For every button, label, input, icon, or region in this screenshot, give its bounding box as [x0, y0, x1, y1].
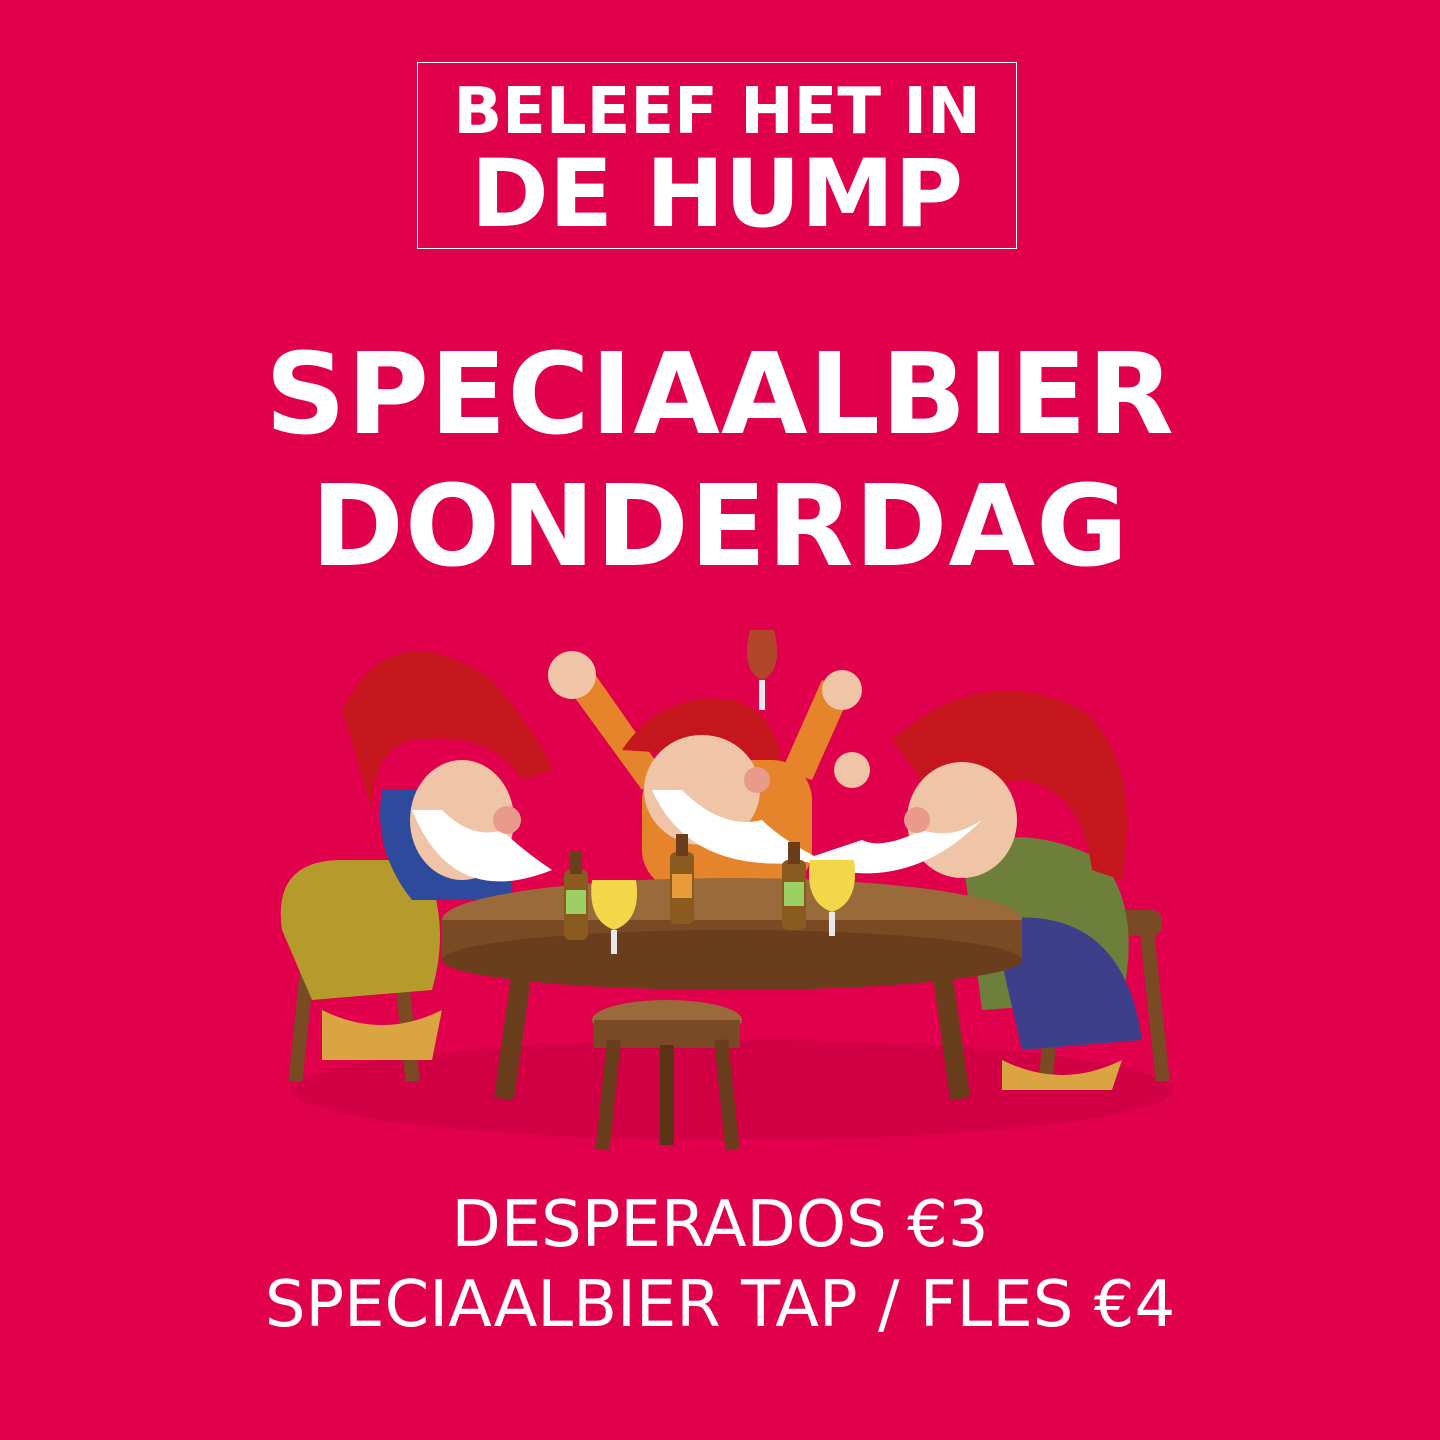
gnomes-illustration	[280, 630, 1172, 1151]
gnome-middle	[548, 630, 862, 890]
logo-badge: BELEEF HET IN DE HUMP	[417, 62, 1017, 249]
headline-line-2: DONDERDAG	[310, 462, 1130, 592]
price-speciaalbier: SPECIAALBIER TAP / FLES €4	[264, 1268, 1176, 1342]
headline-line-1: SPECIAALBIER	[265, 330, 1175, 460]
price-desperados: DESPERADOS €3	[451, 1188, 989, 1262]
logo-line-2: DE HUMP	[470, 140, 964, 249]
logo-line-1: BELEEF HET IN	[453, 75, 981, 149]
